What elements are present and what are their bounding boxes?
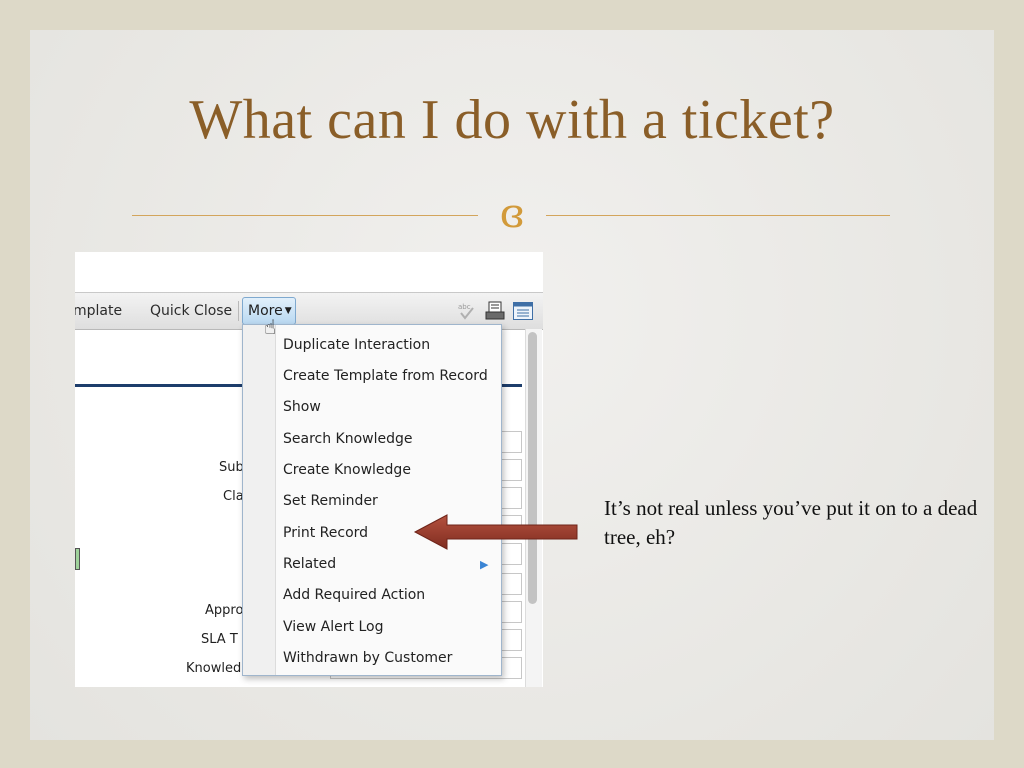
menu-item-create-template[interactable]: Create Template from Record xyxy=(283,368,488,384)
more-dropdown-menu: Duplicate Interaction Create Template fr… xyxy=(242,324,502,676)
slide-title: What can I do with a ticket? xyxy=(189,89,835,151)
menu-item-withdrawn-by-customer[interactable]: Withdrawn by Customer xyxy=(283,650,452,666)
list-view-icon[interactable] xyxy=(512,300,534,322)
menu-item-view-alert-log[interactable]: View Alert Log xyxy=(283,619,383,635)
pointer-arrow xyxy=(413,514,578,550)
quick-close-button[interactable]: Quick Close xyxy=(150,303,232,319)
svg-text:abc: abc xyxy=(458,303,471,311)
toolbar-separator xyxy=(238,301,239,321)
menu-item-duplicate-interaction[interactable]: Duplicate Interaction xyxy=(283,337,430,353)
status-indicator xyxy=(75,548,80,570)
menu-item-related[interactable]: Related xyxy=(283,556,336,572)
field-label-subject: Sub xyxy=(219,460,244,475)
menu-gutter xyxy=(243,325,276,675)
menu-item-set-reminder[interactable]: Set Reminder xyxy=(283,493,378,509)
field-label-knowledge: Knowled xyxy=(186,661,242,676)
menu-item-create-knowledge[interactable]: Create Knowledge xyxy=(283,462,411,478)
slide-caption: It’s not real unless you’ve put it on to… xyxy=(604,496,978,549)
field-label-sla: SLA T xyxy=(201,632,238,647)
field-label-approval: Appro xyxy=(205,603,244,618)
app-screenshot: mplate Quick Close More ▼ abc ☝ Sub Cla … xyxy=(75,252,543,687)
spellcheck-icon[interactable]: abc xyxy=(456,300,478,322)
title-divider-right xyxy=(546,215,890,216)
scrollbar-thumb[interactable] xyxy=(528,332,537,604)
menu-item-add-required-action[interactable]: Add Required Action xyxy=(283,587,425,603)
menu-item-search-knowledge[interactable]: Search Knowledge xyxy=(283,431,413,447)
chevron-down-icon: ▼ xyxy=(284,306,292,316)
menu-item-show[interactable]: Show xyxy=(283,399,321,415)
print-icon[interactable] xyxy=(484,300,506,322)
template-button[interactable]: mplate xyxy=(75,303,122,319)
menu-item-print-record[interactable]: Print Record xyxy=(283,525,368,541)
title-divider-left xyxy=(132,215,478,216)
hand-cursor-icon: ☝ xyxy=(264,315,277,339)
ornament-icon: ɞ xyxy=(499,191,525,237)
field-label-class: Cla xyxy=(223,489,244,504)
submenu-arrow-icon: ▶ xyxy=(480,558,489,571)
